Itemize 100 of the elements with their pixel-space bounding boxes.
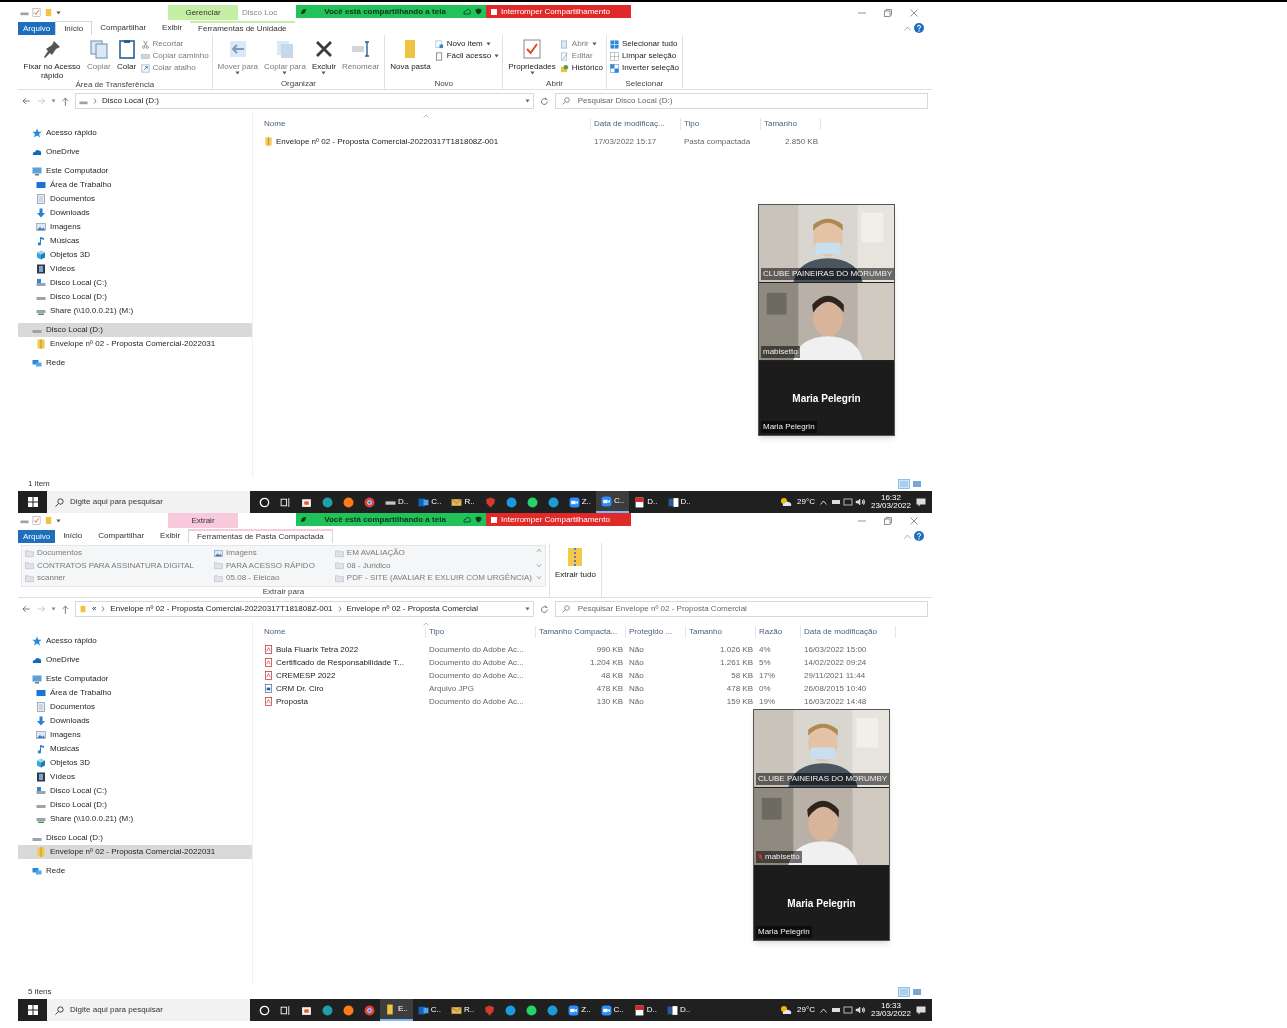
notification-icon[interactable] [916, 1005, 926, 1015]
notification-icon[interactable] [916, 497, 926, 507]
sidebar-item[interactable]: Este Computador [18, 164, 252, 178]
breadcrumb[interactable]: Envelope nº 02 - Proposta Comercial [346, 603, 478, 615]
taskbar-button[interactable]: D.. [628, 999, 663, 1021]
sidebar-item[interactable]: Vídeos [18, 262, 252, 276]
address-field[interactable]: « Envelope nº 02 - Proposta Comercial-20220317T181808Z-001 Envelope nº 02 - Proposta Comercial [74, 601, 535, 617]
taskbar-button[interactable]: D.. [662, 491, 696, 513]
taskbar-button[interactable]: C.. [413, 491, 447, 513]
column-header[interactable]: Tipo [426, 626, 536, 638]
ribbon-button[interactable]: Histórico [559, 62, 603, 74]
back-arrow-icon[interactable] [22, 605, 31, 613]
ribbon-button[interactable]: Extrair tudo [552, 545, 598, 597]
refresh-icon[interactable] [540, 604, 549, 614]
column-header[interactable]: Tamanho [761, 118, 821, 130]
column-header[interactable]: Tamanho [686, 626, 756, 638]
column-header[interactable]: Tipo [681, 118, 761, 130]
taskbar-search-field[interactable]: Digite aqui para pesquisar [47, 491, 250, 513]
sidebar-item[interactable]: Área de Trabalho [18, 686, 252, 700]
search-field[interactable]: Pesquisar Disco Local (D:) [554, 93, 928, 109]
sidebar-item[interactable]: Share (\\10.0.0.21) (M:) [18, 304, 252, 318]
sidebar-item[interactable]: Objetos 3D [18, 756, 252, 770]
restore-icon[interactable] [884, 8, 892, 17]
taskbar-button[interactable]: C.. [596, 491, 630, 513]
close-icon[interactable] [910, 8, 918, 17]
sidebar-item[interactable]: Disco Local (D:) [18, 290, 252, 304]
taskbar-button[interactable]: C.. [595, 999, 629, 1021]
up-arrow-icon[interactable] [62, 96, 69, 106]
ribbon-button[interactable]: Excluir [309, 37, 338, 79]
close-icon[interactable] [910, 516, 918, 525]
tab[interactable]: Compartilhar [90, 529, 153, 543]
sidebar-item[interactable]: Vídeos [18, 770, 252, 784]
ribbon-button[interactable]: Propriedades [506, 37, 558, 79]
sidebar-item[interactable]: Músicas [18, 234, 252, 248]
sidebar-item[interactable]: Rede [18, 356, 252, 370]
taskbar-search-field[interactable]: Digite aqui para pesquisar [47, 999, 250, 1021]
ribbon-button[interactable]: Nova pasta [388, 37, 433, 79]
ribbon-button[interactable]: Fácil acesso [434, 50, 500, 62]
breadcrumb[interactable]: Disco Local (D:) [101, 95, 159, 107]
tab[interactable]: Início [55, 529, 91, 543]
search-field[interactable]: Pesquisar Envelope nº 02 - Proposta Comercial [554, 601, 928, 617]
sidebar-item[interactable]: Disco Local (C:) [18, 276, 252, 290]
column-header[interactable]: Protegido ... [626, 626, 686, 638]
breadcrumb[interactable]: Envelope nº 02 - Proposta Comercial-20220317T181808Z-001 [110, 603, 333, 615]
overflow-mark[interactable]: « [91, 603, 97, 615]
taskbar-button[interactable]: D.. [629, 491, 663, 513]
sidebar-item[interactable]: OneDrive [18, 653, 252, 667]
ribbon-button[interactable]: Fixar no Acesso rápido [21, 37, 83, 80]
sidebar-item[interactable]: Documentos [18, 192, 252, 206]
sidebar-item[interactable]: Share (\\10.0.0.21) (M:) [18, 812, 252, 826]
sidebar-item[interactable]: Disco Local (D:) [18, 831, 252, 845]
column-header[interactable]: Data de modificação [801, 626, 896, 638]
taskbar-button[interactable]: R.. [446, 491, 480, 513]
restore-icon[interactable] [884, 516, 892, 525]
column-header[interactable]: Data de modificaç... [591, 118, 681, 130]
sidebar-item[interactable]: Objetos 3D [18, 248, 252, 262]
tab[interactable]: Compartilhar [92, 21, 155, 35]
sidebar-item[interactable]: Acesso rápido [18, 126, 252, 140]
sidebar-item[interactable]: Downloads [18, 206, 252, 220]
tab[interactable]: Ferramentas de Pasta Compactada [188, 529, 333, 543]
taskbar-button[interactable]: C.. [412, 999, 446, 1021]
sidebar-item[interactable]: OneDrive [18, 145, 252, 159]
up-arrow-icon[interactable] [62, 604, 69, 614]
tab[interactable]: Início [55, 21, 93, 35]
help-icon[interactable] [914, 23, 924, 33]
tiles-view-icon[interactable] [912, 479, 922, 489]
ribbon-button[interactable]: Colar [114, 37, 139, 80]
tiles-view-icon[interactable] [912, 987, 922, 997]
help-icon[interactable] [914, 531, 924, 541]
back-arrow-icon[interactable] [22, 97, 31, 105]
taskbar-button[interactable]: E.. [380, 999, 413, 1021]
refresh-icon[interactable] [540, 96, 549, 106]
sidebar-item[interactable]: Imagens [18, 728, 252, 742]
sidebar-item[interactable]: Imagens [18, 220, 252, 234]
address-field[interactable]: Disco Local (D:) [74, 93, 535, 109]
taskbar-button[interactable]: D.. [380, 491, 414, 513]
taskbar-button[interactable]: Z.. [563, 999, 596, 1021]
column-header[interactable]: Razão [756, 626, 801, 638]
sidebar-item[interactable]: Downloads [18, 714, 252, 728]
tab[interactable]: Arquivo [18, 22, 56, 35]
sidebar-item[interactable]: Disco Local (C:) [18, 784, 252, 798]
stop-sharing-button[interactable]: Interromper Compartilhamento [486, 5, 631, 18]
taskbar-button[interactable]: Z.. [563, 491, 597, 513]
stop-sharing-button[interactable]: Interromper Compartilhamento [486, 513, 631, 526]
sidebar-item[interactable]: Músicas [18, 742, 252, 756]
column-header[interactable]: Tamanho Compacta... [536, 626, 626, 638]
ribbon-button[interactable]: Novo item [434, 38, 500, 50]
column-header[interactable]: Nome [261, 118, 591, 130]
sidebar-item[interactable]: Rede [18, 864, 252, 878]
tab[interactable]: Exibir [152, 529, 189, 543]
taskbar-button[interactable]: R.. [446, 999, 480, 1021]
tab[interactable]: Arquivo [18, 530, 56, 543]
ribbon-button[interactable]: Selecionar tudo [609, 38, 679, 50]
ribbon-button[interactable]: Inverter seleção [609, 62, 679, 74]
ribbon-button[interactable]: Limpar seleção [609, 50, 679, 62]
taskbar-button[interactable]: D.. [662, 999, 696, 1021]
column-header[interactable]: Nome [261, 626, 426, 638]
sidebar-item[interactable]: Disco Local (D:) [18, 798, 252, 812]
sidebar-item[interactable]: Disco Local (D:) [18, 323, 252, 337]
sidebar-item[interactable]: Envelope nº 02 - Proposta Comercial-2022031 [18, 337, 252, 351]
